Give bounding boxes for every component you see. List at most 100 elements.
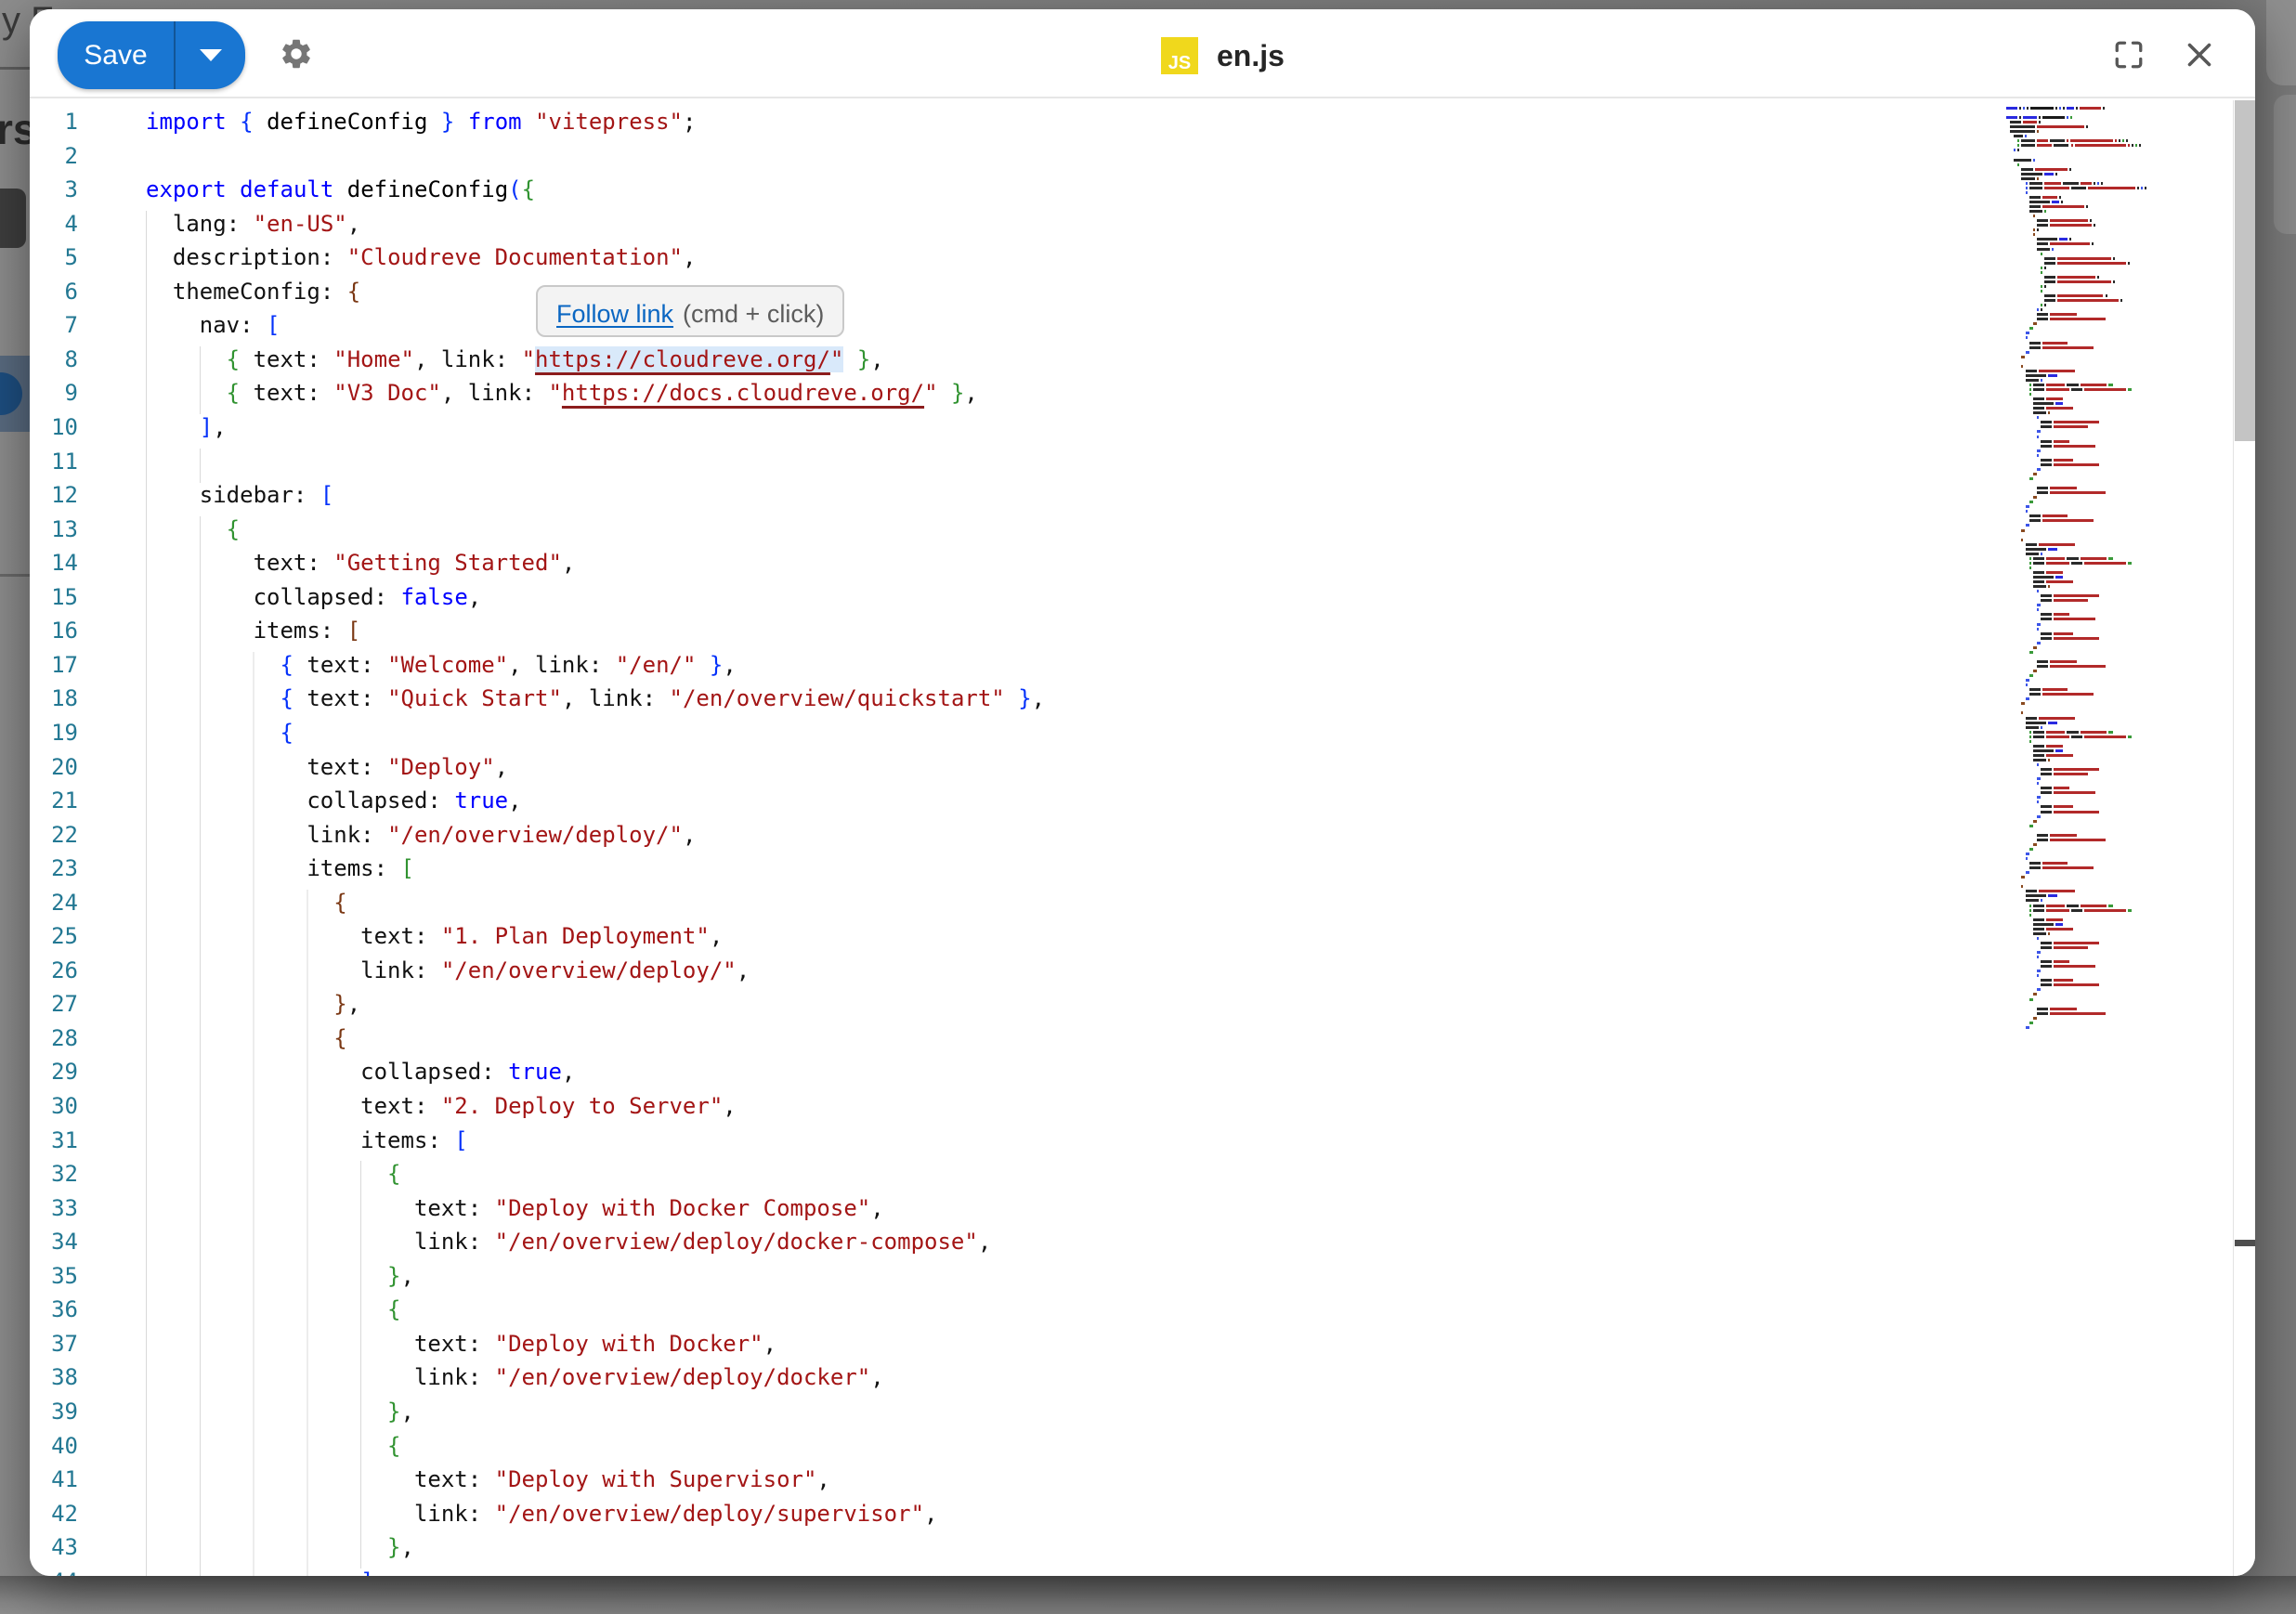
indent-guides xyxy=(146,787,305,822)
code-line: 33text: "Deploy with Docker Compose", xyxy=(30,1195,1980,1230)
overview-ruler-marker xyxy=(2235,1240,2255,1246)
line-number: 10 xyxy=(30,414,78,440)
code-line: 2 xyxy=(30,143,1980,177)
code-line: 35}, xyxy=(30,1263,1980,1297)
indent-guides xyxy=(146,1399,385,1433)
code-line: 26link: "/en/overview/deploy/", xyxy=(30,957,1980,992)
background-panel-fragment xyxy=(2274,95,2296,234)
dialog-header: Save JS en.js xyxy=(30,9,2255,98)
code-line: 43}, xyxy=(30,1534,1980,1568)
indent-guides xyxy=(146,923,359,957)
code-line: 31items: [ xyxy=(30,1127,1980,1162)
indent-guides xyxy=(146,1364,412,1399)
indent-guides xyxy=(146,211,171,245)
line-number: 4 xyxy=(30,211,78,237)
code-line: 29collapsed: true, xyxy=(30,1059,1980,1093)
close-button[interactable] xyxy=(2183,38,2216,72)
follow-link-hint: (cmd + click) xyxy=(683,300,824,329)
line-number: 38 xyxy=(30,1364,78,1390)
line-number: 11 xyxy=(30,449,78,475)
line-number: 39 xyxy=(30,1399,78,1425)
scrollbar-thumb[interactable] xyxy=(2235,100,2255,441)
code-line: 5description: "Cloudreve Documentation", xyxy=(30,244,1980,279)
line-number: 3 xyxy=(30,176,78,202)
line-number: 41 xyxy=(30,1466,78,1492)
indent-guides xyxy=(146,1296,385,1331)
indent-guides xyxy=(146,449,225,483)
line-number: 5 xyxy=(30,244,78,270)
line-number: 42 xyxy=(30,1501,78,1527)
code-line: 23items: [ xyxy=(30,855,1980,890)
line-number: 40 xyxy=(30,1433,78,1459)
code-editor[interactable]: 1import { defineConfig } from "vitepress… xyxy=(30,100,2255,1576)
line-number: 34 xyxy=(30,1229,78,1255)
indent-guides xyxy=(146,1466,412,1501)
code-line: 32{ xyxy=(30,1161,1980,1195)
indent-guides xyxy=(146,244,171,279)
code-line: 22link: "/en/overview/deploy/", xyxy=(30,822,1980,856)
fullscreen-button[interactable] xyxy=(2112,38,2146,72)
indent-guides xyxy=(146,890,332,924)
code-line: 4lang: "en-US", xyxy=(30,211,1980,245)
code-line: 40{ xyxy=(30,1433,1980,1467)
line-number: 21 xyxy=(30,787,78,814)
indent-guides xyxy=(146,1501,412,1535)
vertical-scrollbar[interactable] xyxy=(2233,100,2255,1576)
line-number: 13 xyxy=(30,516,78,542)
indent-guides xyxy=(146,652,278,686)
line-number: 25 xyxy=(30,923,78,949)
line-number: 22 xyxy=(30,822,78,848)
code-line: 19{ xyxy=(30,720,1980,754)
indent-guides xyxy=(146,855,305,890)
line-number: 14 xyxy=(30,550,78,576)
code-line: 8{ text: "Home", link: "https://cloudrev… xyxy=(30,346,1980,381)
indent-guides xyxy=(146,1195,412,1230)
follow-link[interactable]: Follow link xyxy=(556,300,673,329)
code-line: 25text: "1. Plan Deployment", xyxy=(30,923,1980,957)
code-line: 21collapsed: true, xyxy=(30,787,1980,822)
line-number: 15 xyxy=(30,584,78,610)
indent-guides xyxy=(146,754,305,788)
code-line: 30text: "2. Deploy to Server", xyxy=(30,1093,1980,1127)
code-line: 44], xyxy=(30,1568,1980,1576)
code-line: 7nav: [ xyxy=(30,312,1980,346)
background-panel-fragment xyxy=(2266,0,2296,85)
indent-guides xyxy=(146,584,252,618)
settings-button[interactable] xyxy=(279,36,314,72)
code-line: 1import { defineConfig } from "vitepress… xyxy=(30,109,1980,143)
follow-link-tooltip: Follow link (cmd + click) xyxy=(536,285,844,337)
indent-guides xyxy=(146,1534,385,1568)
gear-icon xyxy=(279,36,314,72)
save-button[interactable]: Save xyxy=(58,21,174,89)
detected-link[interactable]: https://cloudreve.org/ xyxy=(535,346,830,372)
code-line: 38link: "/en/overview/deploy/docker", xyxy=(30,1364,1980,1399)
dialog-title: JS en.js xyxy=(1161,35,1285,76)
code-line: 37text: "Deploy with Docker", xyxy=(30,1331,1980,1365)
code-line: 15collapsed: false, xyxy=(30,584,1980,618)
indent-guides xyxy=(146,1568,359,1576)
minimap[interactable] xyxy=(2006,100,2233,1576)
detected-link[interactable]: https://docs.cloudreve.org/ xyxy=(562,380,924,406)
indent-guides xyxy=(146,1161,385,1195)
line-number: 1 xyxy=(30,109,78,135)
line-number: 7 xyxy=(30,312,78,338)
code-line: 14text: "Getting Started", xyxy=(30,550,1980,584)
line-number: 16 xyxy=(30,618,78,644)
screen: y F rs Save JS e xyxy=(0,0,2296,1614)
code-line: 34link: "/en/overview/deploy/docker-comp… xyxy=(30,1229,1980,1263)
javascript-file-icon: JS xyxy=(1161,37,1198,74)
code-line: 39}, xyxy=(30,1399,1980,1433)
indent-guides xyxy=(146,516,225,551)
code-line: 24{ xyxy=(30,890,1980,924)
fullscreen-icon xyxy=(2112,38,2146,72)
indent-guides xyxy=(146,482,198,516)
line-number: 36 xyxy=(30,1296,78,1322)
code-line: 13{ xyxy=(30,516,1980,551)
background-divider xyxy=(0,574,32,577)
line-number: 23 xyxy=(30,855,78,881)
save-options-dropdown-button[interactable] xyxy=(176,21,245,89)
line-number: 43 xyxy=(30,1534,78,1560)
line-number: 37 xyxy=(30,1331,78,1357)
line-number: 2 xyxy=(30,143,78,169)
line-number: 17 xyxy=(30,652,78,678)
